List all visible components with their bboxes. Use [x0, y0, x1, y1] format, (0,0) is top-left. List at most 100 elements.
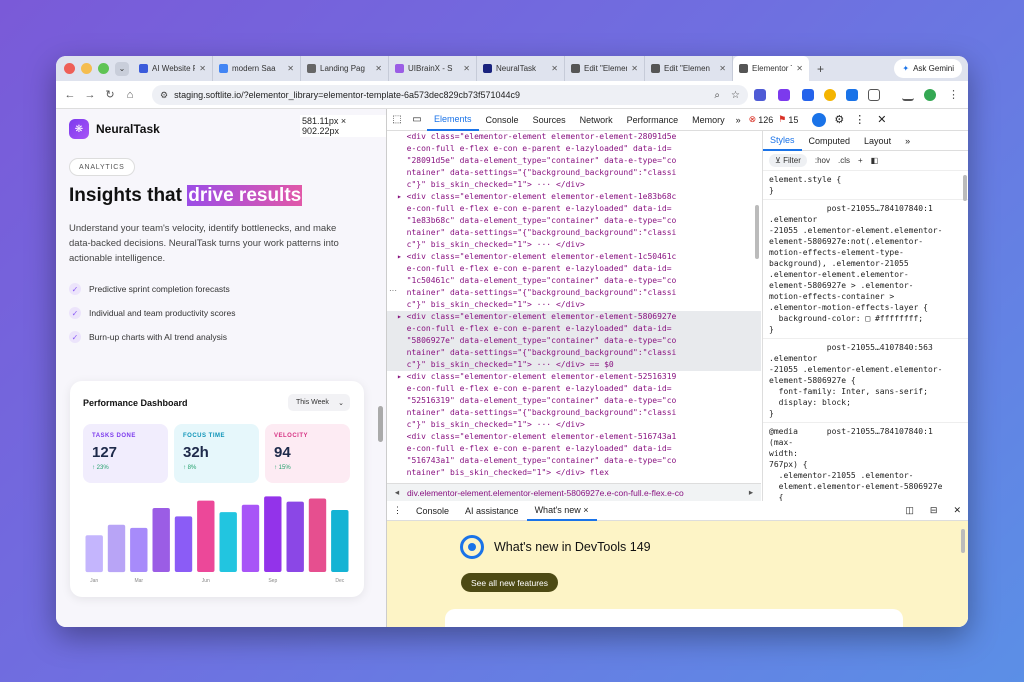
dom-node-line[interactable]: "52516319" data-element_type="container"… — [387, 395, 761, 407]
extension-icon[interactable] — [778, 89, 790, 101]
dom-node-line[interactable]: <div class="elementor-element elementor-… — [387, 131, 761, 143]
dom-node-line[interactable]: ntainer" bis_skin_checked="1"> </div> fl… — [387, 467, 761, 479]
more-tabs-button[interactable]: » — [732, 115, 745, 125]
css-rule[interactable]: post-21055…4107840:563 .elementor -21055… — [763, 339, 968, 423]
drawer-scrollbar[interactable] — [961, 529, 965, 553]
breadcrumb-right-icon[interactable]: ▸ — [741, 487, 761, 498]
dom-node-line[interactable]: c"}" bis_skin_checked="1"> ··· </div> — [387, 419, 761, 431]
close-tab-icon[interactable]: ✕ — [287, 64, 294, 73]
dock-side-icon[interactable]: ◫ — [897, 501, 922, 521]
drawer-menu-icon[interactable]: ⋮ — [387, 501, 408, 521]
dom-node-line[interactable]: e-con-full e-flex e-con e-parent e-lazyl… — [387, 443, 761, 455]
ellipsis-icon[interactable]: ··· — [389, 286, 397, 295]
close-tab-icon[interactable]: ✕ — [463, 64, 470, 73]
brand-logo[interactable]: ❋ NeuralTask — [69, 119, 160, 139]
close-tab-icon[interactable]: ✕ — [796, 64, 803, 73]
period-select[interactable]: This Week ⌄ — [288, 394, 350, 411]
close-tab-icon[interactable]: ✕ — [551, 64, 558, 73]
styles-tab[interactable]: Computed — [802, 131, 858, 151]
dom-node-line[interactable]: ntainer" data-settings="{"background_bac… — [387, 227, 761, 239]
dom-node-line[interactable]: ntainer" data-settings="{"background_bac… — [387, 407, 761, 419]
dom-node-line[interactable]: e-con-full e-flex e-con e-parent e-lazyl… — [387, 143, 761, 155]
breadcrumb-path[interactable]: div.elementor-element.elementor-element-… — [407, 488, 684, 498]
dom-node-line[interactable]: <div class="elementor-element elementor-… — [387, 431, 761, 443]
dom-node-line[interactable]: ▸ <div class="elementor-element elemento… — [387, 371, 761, 383]
close-tab-icon[interactable]: ✕ — [719, 64, 726, 73]
computed-sidebar-icon[interactable]: ◧ — [871, 156, 879, 165]
home-icon[interactable]: ⌂ — [120, 89, 140, 101]
breadcrumb-left-icon[interactable]: ◂ — [387, 487, 407, 498]
bookmark-star-icon[interactable]: ☆ — [731, 90, 740, 101]
dom-node-line[interactable]: ▸ <div class="elementor-element elemento… — [387, 191, 761, 203]
dom-node-line[interactable]: "28091d5e" data-element_type="container"… — [387, 155, 761, 167]
browser-tab[interactable]: Edit "Elemen ✕ — [565, 56, 645, 81]
styles-tab[interactable]: » — [898, 131, 917, 151]
dom-node-line[interactable]: "1c50461c" data-element_type="container"… — [387, 275, 761, 287]
close-tab-icon[interactable]: ✕ — [631, 64, 638, 73]
dom-node-line[interactable]: ▸ <div class="elementor-element elemento… — [387, 311, 761, 323]
zoom-icon[interactable]: ⌕ — [714, 90, 720, 101]
filter-input[interactable]: ⊻ Filter — [769, 154, 807, 167]
devtools-tab-memory[interactable]: Memory — [685, 109, 732, 131]
drawer-tab-whats-new[interactable]: What's new × — [526, 501, 597, 521]
browser-tab[interactable]: Landing Pag ✕ — [301, 56, 389, 81]
warning-count[interactable]: 15 — [788, 115, 798, 125]
dom-node-line[interactable]: c"}" bis_skin_checked="1"> ··· </div> — [387, 239, 761, 251]
devtools-tab-performance[interactable]: Performance — [620, 109, 686, 131]
dom-node-line[interactable]: "1e83b68c" data-element_type="container"… — [387, 215, 761, 227]
devtools-tab-network[interactable]: Network — [573, 109, 620, 131]
devtools-tab-console[interactable]: Console — [479, 109, 526, 131]
page-scrollbar[interactable] — [378, 406, 383, 442]
tab-search-button[interactable]: ⌄ — [115, 61, 129, 76]
close-drawer-icon[interactable]: ✕ — [945, 501, 968, 521]
menu-kebab-icon[interactable]: ⋮ — [948, 88, 959, 101]
dom-node-line[interactable]: e-con-full e-flex e-con e-parent e-lazyl… — [387, 203, 761, 215]
drawer-tab-console[interactable]: Console — [408, 501, 457, 521]
maximize-window-button[interactable] — [98, 63, 109, 74]
extension-icon[interactable] — [824, 89, 836, 101]
browser-tab[interactable]: modern Saa ✕ — [213, 56, 301, 81]
elements-scrollbar[interactable] — [755, 205, 759, 259]
new-tab-button[interactable]: + — [817, 62, 824, 76]
undock-drawer-icon[interactable]: ⊟ — [922, 501, 946, 521]
browser-tab[interactable]: AI Website F ✕ — [133, 56, 213, 81]
css-rules[interactable]: element.style { } post-21055…784107840:1… — [763, 171, 968, 501]
dom-node-line[interactable]: "516743a1" data-element_type="container"… — [387, 455, 761, 467]
dom-node-line[interactable]: "5806927e" data-element_type="container"… — [387, 335, 761, 347]
device-toolbar-icon[interactable]: ▭ — [407, 114, 427, 125]
new-rule-button[interactable]: + — [858, 156, 863, 165]
extension-icon[interactable] — [802, 89, 814, 101]
close-tab-icon[interactable]: ✕ — [199, 64, 206, 73]
inspect-element-icon[interactable]: ⬚ — [387, 114, 407, 125]
dom-node-line[interactable]: ntainer" data-settings="{"background_bac… — [387, 347, 761, 359]
profile-avatar[interactable] — [924, 89, 936, 101]
styles-tab[interactable]: Styles — [763, 131, 802, 151]
see-all-features-button[interactable]: See all new features — [461, 573, 559, 592]
site-info-icon[interactable]: ⚙ — [160, 90, 168, 101]
extension-icon[interactable] — [846, 89, 858, 101]
browser-tab[interactable]: Edit "Elemen ✕ — [645, 56, 733, 81]
browser-tab[interactable]: UIBrainX - S ✕ — [389, 56, 477, 81]
url-field[interactable]: ⚙ staging.softlite.io/?elementor_library… — [152, 85, 748, 105]
ask-gemini-button[interactable]: ✦ Ask Gemini — [894, 59, 962, 78]
drawer-tab-ai-assistance[interactable]: AI assistance — [457, 501, 527, 521]
close-tab-icon[interactable]: ✕ — [375, 64, 382, 73]
extensions-puzzle-icon[interactable] — [868, 89, 880, 101]
browser-tab[interactable]: Elementor T ✕ — [733, 56, 809, 81]
reload-icon[interactable]: ↻ — [100, 88, 120, 101]
devtools-tab-sources[interactable]: Sources — [526, 109, 573, 131]
dom-node-line[interactable]: c"}" bis_skin_checked="1"> ··· </div> ==… — [387, 359, 761, 371]
dom-node-line[interactable]: e-con-full e-flex e-con e-parent e-lazyl… — [387, 263, 761, 275]
close-devtools-icon[interactable]: ✕ — [877, 113, 886, 126]
css-rule[interactable]: @media post-21055…784107840:1 (max- widt… — [763, 423, 968, 501]
dom-node-line[interactable]: c"}" bis_skin_checked="1"> ··· </div> — [387, 179, 761, 191]
browser-tab[interactable]: NeuralTask ✕ — [477, 56, 565, 81]
dom-node-line[interactable]: e-con-full e-flex e-con e-parent e-lazyl… — [387, 323, 761, 335]
class-toggle[interactable]: .cls — [838, 156, 850, 165]
error-count[interactable]: 126 — [758, 115, 773, 125]
elements-tree[interactable]: <div class="elementor-element elementor-… — [387, 131, 761, 481]
css-rule[interactable]: post-21055…784107840:1 .elementor -21055… — [763, 200, 968, 339]
close-window-button[interactable] — [64, 63, 75, 74]
extension-icon[interactable] — [754, 89, 766, 101]
back-icon[interactable]: ← — [60, 89, 80, 101]
